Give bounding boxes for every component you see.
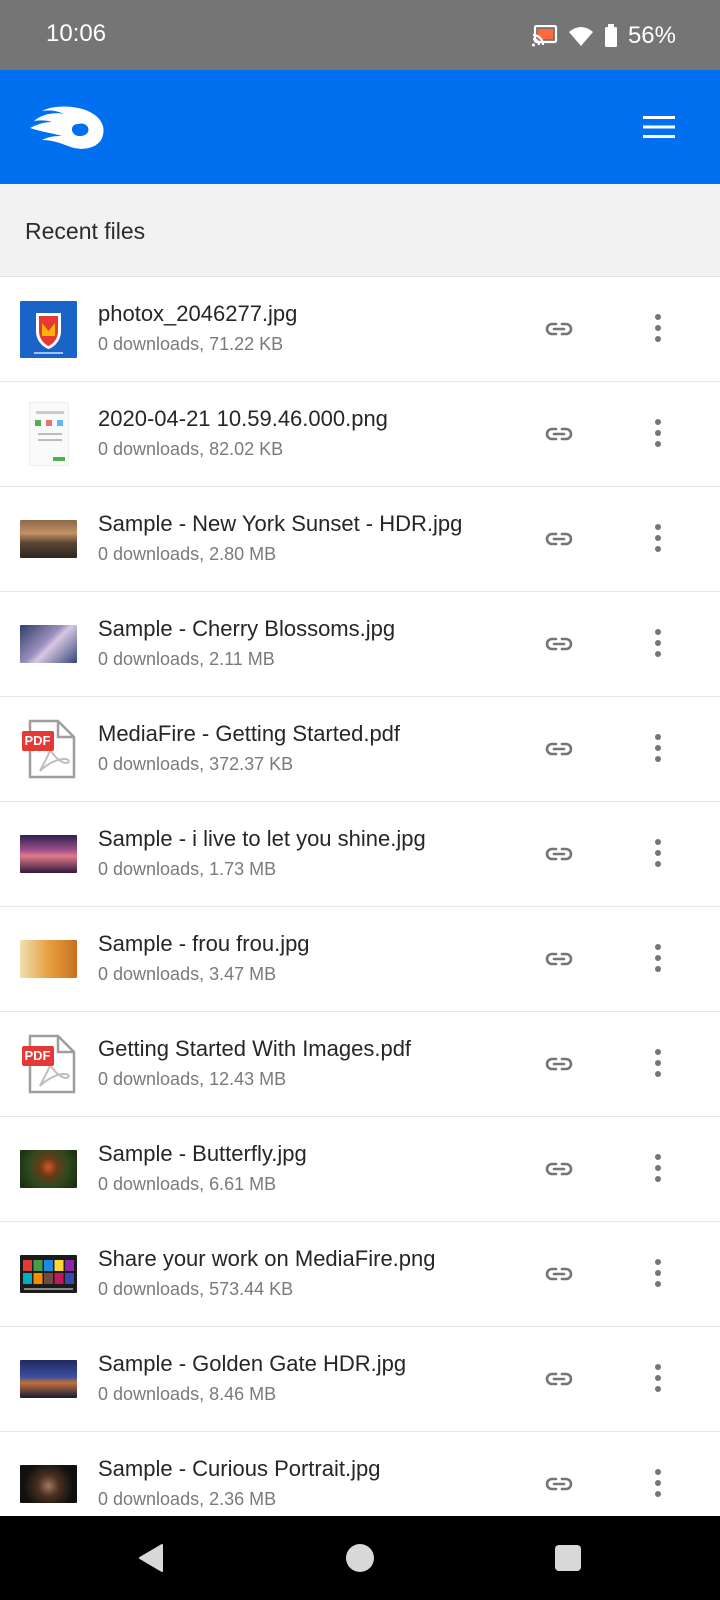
hamburger-menu-icon[interactable] <box>640 112 678 142</box>
file-list: photox_2046277.jpg 0 downloads, 71.22 KB 2… <box>0 277 720 1516</box>
file-name: Sample - Curious Portrait.jpg <box>98 1456 381 1481</box>
file-meta: 0 downloads, 8.46 MB <box>98 1384 277 1404</box>
battery-percent: 56% <box>627 22 676 49</box>
file-name: Sample - Golden Gate HDR.jpg <box>98 1351 407 1376</box>
more-vertical-icon[interactable] <box>648 1046 668 1080</box>
link-icon[interactable] <box>544 419 574 449</box>
more-vertical-icon[interactable] <box>648 1361 668 1395</box>
home-icon[interactable] <box>344 1542 376 1574</box>
link-icon[interactable] <box>544 839 574 869</box>
status-bar: 10:06 56% <box>0 0 720 70</box>
file-row[interactable]: PDF MediaFire - Getting Started.pdf 0 down… <box>0 697 720 802</box>
file-meta: 0 downloads, 2.11 MB <box>98 649 275 669</box>
more-vertical-icon[interactable] <box>648 731 668 765</box>
section-title: Recent files <box>25 218 146 244</box>
status-time: 10:06 <box>46 20 107 47</box>
file-meta: 0 downloads, 2.80 MB <box>98 544 277 564</box>
app-bar <box>0 70 720 184</box>
more-vertical-icon[interactable] <box>648 416 668 450</box>
mediafire-logo[interactable] <box>26 106 108 150</box>
file-row[interactable]: Sample - frou frou.jpg 0 downloads, 3.47 … <box>0 907 720 1012</box>
link-icon[interactable] <box>544 629 574 659</box>
recent-files-header: Recent files <box>0 184 720 277</box>
file-name: Sample - i live to let you shine.jpg <box>98 826 426 851</box>
file-thumbnail <box>20 507 77 571</box>
file-thumbnail <box>20 822 77 886</box>
more-vertical-icon[interactable] <box>648 521 668 555</box>
pdf-badge-label: PDF <box>24 1048 51 1063</box>
more-vertical-icon[interactable] <box>648 311 668 345</box>
file-name: MediaFire - Getting Started.pdf <box>98 721 401 746</box>
link-icon[interactable] <box>544 944 574 974</box>
file-thumbnail <box>20 612 77 676</box>
file-thumbnail <box>20 1137 77 1201</box>
status-icons: 56% <box>531 20 676 52</box>
wifi-icon <box>568 27 593 46</box>
file-thumbnail <box>20 402 77 466</box>
file-meta: 0 downloads, 82.02 KB <box>98 439 284 459</box>
link-icon[interactable] <box>544 314 574 344</box>
link-icon[interactable] <box>544 1364 574 1394</box>
pdf-badge-label: PDF <box>24 733 51 748</box>
pdf-file-icon: PDF <box>20 1032 77 1096</box>
file-meta: 0 downloads, 372.37 KB <box>98 754 294 774</box>
recents-icon[interactable] <box>552 1542 584 1574</box>
file-row[interactable]: 2020-04-21 10.59.46.000.png 0 downloads, … <box>0 382 720 487</box>
file-meta: 0 downloads, 1.73 MB <box>98 859 277 879</box>
link-icon[interactable] <box>544 1469 574 1499</box>
link-icon[interactable] <box>544 1259 574 1289</box>
pdf-file-icon: PDF <box>20 717 77 781</box>
file-meta: 0 downloads, 6.61 MB <box>98 1174 277 1194</box>
file-thumbnail <box>20 1347 77 1411</box>
link-icon[interactable] <box>544 1049 574 1079</box>
file-name: Sample - frou frou.jpg <box>98 931 310 956</box>
more-vertical-icon[interactable] <box>648 941 668 975</box>
file-thumbnail <box>20 297 77 361</box>
more-vertical-icon[interactable] <box>648 626 668 660</box>
file-name: Getting Started With Images.pdf <box>98 1036 412 1061</box>
file-thumbnail <box>20 927 77 991</box>
file-meta: 0 downloads, 573.44 KB <box>98 1279 294 1299</box>
file-thumbnail <box>20 1242 77 1306</box>
file-meta: 0 downloads, 3.47 MB <box>98 964 277 984</box>
file-meta: 0 downloads, 12.43 MB <box>98 1069 287 1089</box>
file-meta: 0 downloads, 2.36 MB <box>98 1489 277 1509</box>
file-name: 2020-04-21 10.59.46.000.png <box>98 406 388 431</box>
file-name: Share your work on MediaFire.png <box>98 1246 436 1271</box>
more-vertical-icon[interactable] <box>648 836 668 870</box>
file-row[interactable]: Share your work on MediaFire.png 0 downlo… <box>0 1222 720 1327</box>
file-name: photox_2046277.jpg <box>98 301 298 326</box>
file-meta: 0 downloads, 71.22 KB <box>98 334 284 354</box>
file-row[interactable]: PDF Getting Started With Images.pdf 0 down… <box>0 1012 720 1117</box>
back-icon[interactable] <box>136 1542 168 1574</box>
more-vertical-icon[interactable] <box>648 1256 668 1290</box>
file-row[interactable]: photox_2046277.jpg 0 downloads, 71.22 KB <box>0 277 720 382</box>
file-name: Sample - Cherry Blossoms.jpg <box>98 616 396 641</box>
cast-icon <box>531 25 558 47</box>
file-row[interactable]: Sample - Curious Portrait.jpg 0 downloads… <box>0 1432 720 1516</box>
more-vertical-icon[interactable] <box>648 1466 668 1500</box>
battery-icon <box>604 24 617 47</box>
file-name: Sample - Butterfly.jpg <box>98 1141 307 1166</box>
file-row[interactable]: Sample - New York Sunset - HDR.jpg 0 down… <box>0 487 720 592</box>
file-row[interactable]: Sample - Golden Gate HDR.jpg 0 downloads,… <box>0 1327 720 1432</box>
link-icon[interactable] <box>544 1154 574 1184</box>
file-row[interactable]: Sample - i live to let you shine.jpg 0 do… <box>0 802 720 907</box>
link-icon[interactable] <box>544 734 574 764</box>
system-nav-bar <box>0 1516 720 1600</box>
file-name: Sample - New York Sunset - HDR.jpg <box>98 511 463 536</box>
link-icon[interactable] <box>544 524 574 554</box>
file-thumbnail <box>20 1452 77 1516</box>
file-row[interactable]: Sample - Cherry Blossoms.jpg 0 downloads,… <box>0 592 720 697</box>
more-vertical-icon[interactable] <box>648 1151 668 1185</box>
file-row[interactable]: Sample - Butterfly.jpg 0 downloads, 6.61 … <box>0 1117 720 1222</box>
